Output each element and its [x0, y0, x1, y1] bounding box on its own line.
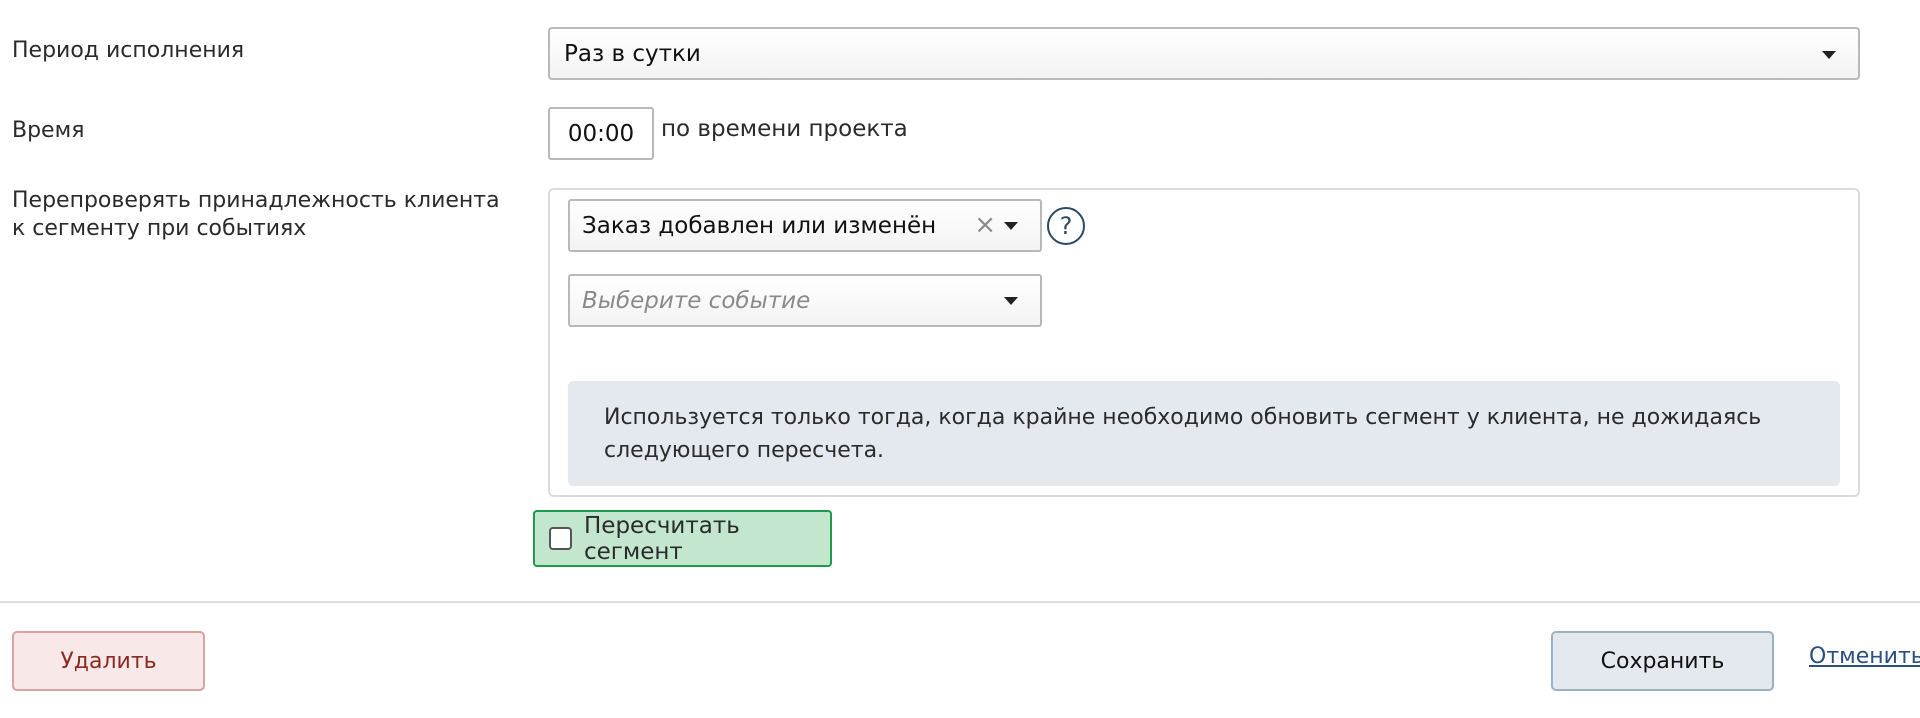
chevron-down-icon [1004, 297, 1018, 305]
choose-event-select[interactable]: Выберите событие [568, 274, 1042, 327]
period-select[interactable]: Раз в сутки [548, 27, 1860, 80]
save-button[interactable]: Сохранить [1551, 631, 1774, 691]
event-placeholder: Выберите событие [582, 287, 811, 314]
chevron-down-icon [1822, 51, 1836, 59]
selected-event-value: Заказ добавлен или изменён [582, 212, 937, 239]
recalc-label: Пересчитать сегмент [584, 512, 740, 565]
period-label: Период исполнения [12, 38, 245, 63]
events-panel: Заказ добавлен или изменён × ? Выберите … [548, 188, 1860, 497]
recheck-label: Перепроверять принадлежность клиента к с… [12, 188, 500, 241]
time-suffix: по времени проекта [661, 116, 908, 142]
selected-event-select[interactable]: Заказ добавлен или изменён × [568, 199, 1042, 252]
cancel-link[interactable]: Отменить [1809, 644, 1920, 669]
info-box: Используется только тогда, когда крайне … [568, 381, 1840, 486]
chevron-down-icon [1004, 222, 1018, 230]
checkbox-square[interactable] [549, 527, 572, 550]
close-icon[interactable]: × [974, 211, 996, 239]
time-label: Время [12, 118, 85, 143]
delete-button[interactable]: Удалить [12, 631, 205, 691]
time-input[interactable] [548, 107, 654, 160]
recalc-segment-checkbox[interactable]: Пересчитать сегмент [533, 510, 832, 567]
segment-settings-page: Период исполнения Раз в сутки Время по в… [0, 0, 1920, 718]
help-icon[interactable]: ? [1047, 207, 1085, 245]
period-select-value: Раз в сутки [564, 40, 701, 67]
